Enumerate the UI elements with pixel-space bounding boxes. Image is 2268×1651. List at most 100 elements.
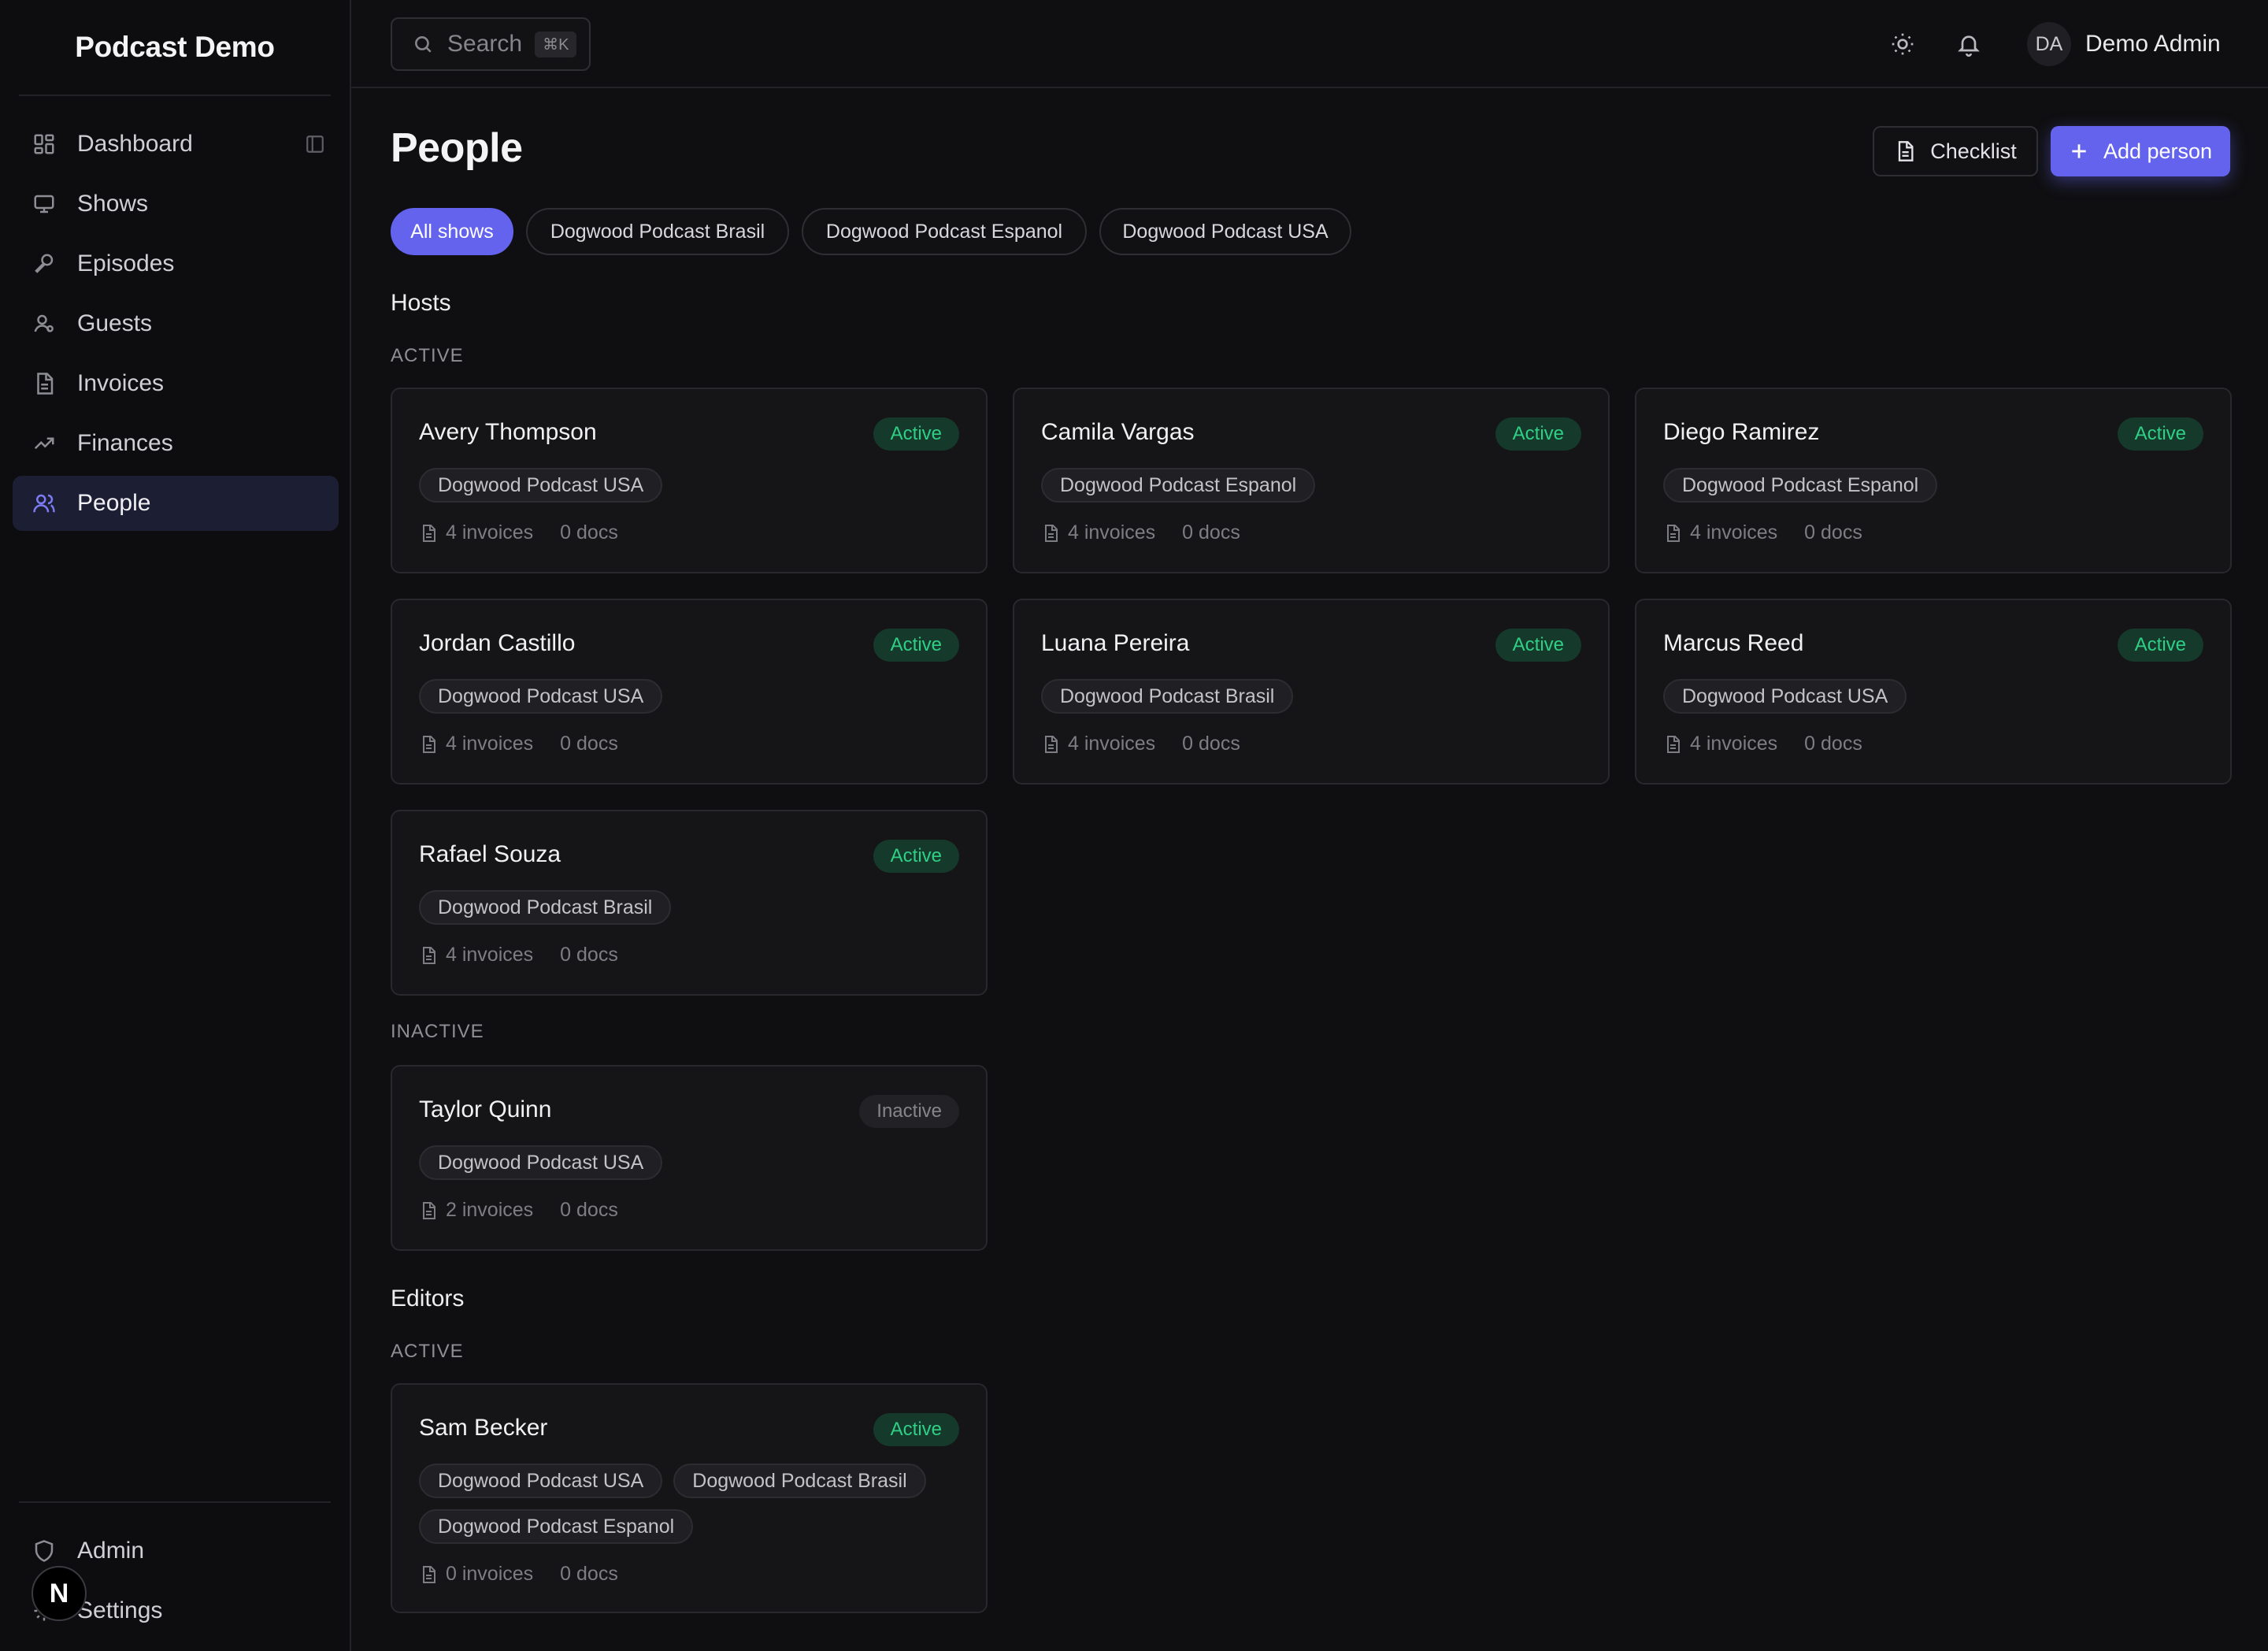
file-icon (32, 371, 57, 396)
show-tags: Dogwood Podcast Espanol (1663, 468, 2199, 503)
sidebar-collapse-icon[interactable] (304, 133, 326, 155)
add-person-button[interactable]: Add person (2051, 126, 2230, 176)
monitor-icon (32, 191, 57, 217)
sidebar-item-label: Shows (77, 191, 149, 217)
filter-dogwood-podcast-usa[interactable]: Dogwood Podcast USA (1099, 208, 1351, 255)
person-card[interactable]: Avery Thompson Active Dogwood Podcast USA 4… (391, 388, 988, 573)
theme-toggle-button[interactable] (1885, 27, 1920, 61)
invoice-count: 0 invoices (446, 1563, 534, 1585)
user-icon (32, 311, 57, 336)
users-icon (32, 491, 57, 516)
doc-count: 0 docs (560, 1563, 618, 1585)
show-tags: Dogwood Podcast USA (419, 679, 954, 714)
user-menu[interactable]: DA Demo Admin (2027, 22, 2221, 66)
section-title-editors: Editors (391, 1286, 465, 1312)
file-icon (1041, 524, 1068, 543)
person-card[interactable]: Sam Becker Active Dogwood Podcast USA Dogwo… (391, 1383, 988, 1613)
search-icon (415, 36, 432, 53)
doc-count: 0 docs (1182, 733, 1240, 755)
sidebar-item-label: Settings (77, 1597, 163, 1623)
status-badge: Active (1495, 417, 1581, 451)
person-card[interactable]: Jordan Castillo Active Dogwood Podcast USA… (391, 599, 988, 785)
show-tags: Dogwood Podcast USA (419, 468, 954, 503)
sidebar: Podcast Demo Dashboard Shows Episodes Gu… (0, 0, 351, 1651)
person-card[interactable]: Camila Vargas Active Dogwood Podcast Espan… (1013, 388, 1610, 573)
filter-dogwood-podcast-espanol[interactable]: Dogwood Podcast Espanol (802, 208, 1087, 255)
person-name: Sam Becker (419, 1415, 548, 1441)
status-badge: Active (2117, 629, 2203, 662)
sidebar-item-shows[interactable]: Shows (13, 176, 339, 232)
top-bar: Search ⌘K DA Demo Admin (351, 0, 2268, 88)
file-icon (419, 524, 446, 543)
file-icon (419, 1565, 446, 1584)
show-tags: Dogwood Podcast Espanol (1041, 468, 1577, 503)
person-card[interactable]: Luana Pereira Active Dogwood Podcast Brasi… (1013, 599, 1610, 785)
checklist-label: Checklist (1930, 139, 2017, 163)
dev-tools-badge[interactable]: N (32, 1566, 87, 1621)
search-placeholder: Search (447, 31, 523, 57)
status-badge: Active (873, 629, 959, 662)
filter-dogwood-podcast-brasil[interactable]: Dogwood Podcast Brasil (526, 208, 789, 255)
person-meta: 4 invoices 0 docs (1041, 521, 1240, 544)
user-name: Demo Admin (2085, 31, 2221, 57)
sidebar-item-label: Finances (77, 430, 173, 456)
notifications-button[interactable] (1951, 27, 1986, 61)
show-tag: Dogwood Podcast USA (419, 679, 663, 714)
show-tag: Dogwood Podcast Espanol (1041, 468, 1316, 503)
status-badge: Inactive (859, 1095, 959, 1128)
doc-count: 0 docs (1182, 521, 1240, 544)
show-tags: Dogwood Podcast Brasil (1041, 679, 1577, 714)
person-card[interactable]: Taylor Quinn Inactive Dogwood Podcast USA 2… (391, 1065, 988, 1251)
doc-count: 0 docs (1804, 521, 1862, 544)
person-meta: 4 invoices 0 docs (1041, 733, 1240, 755)
person-meta: 4 invoices 0 docs (419, 733, 618, 755)
person-name: Luana Pereira (1041, 630, 1190, 656)
person-name: Marcus Reed (1663, 630, 1804, 656)
person-meta: 4 invoices 0 docs (1663, 521, 1862, 544)
sidebar-item-guests[interactable]: Guests (13, 296, 339, 351)
sidebar-item-label: Invoices (77, 370, 165, 396)
avatar: DA (2027, 22, 2071, 66)
sun-icon (1892, 33, 1914, 55)
filter-all-shows[interactable]: All shows (391, 208, 513, 255)
person-name: Rafael Souza (419, 841, 561, 867)
sidebar-item-label: Episodes (77, 250, 175, 276)
sidebar-item-invoices[interactable]: Invoices (13, 356, 339, 411)
sidebar-item-people[interactable]: People (13, 476, 339, 531)
person-name: Diego Ramirez (1663, 419, 1820, 445)
sidebar-item-label: People (77, 490, 151, 516)
doc-count: 0 docs (560, 944, 618, 966)
person-meta: 0 invoices 0 docs (419, 1563, 618, 1586)
invoice-count: 4 invoices (1068, 521, 1156, 544)
app-title: Podcast Demo (75, 31, 275, 63)
show-tags: Dogwood Podcast USA (1663, 679, 2199, 714)
show-tag: Dogwood Podcast Espanol (419, 1509, 694, 1544)
sidebar-item-dashboard[interactable]: Dashboard (13, 117, 339, 172)
invoice-count: 4 invoices (446, 733, 534, 755)
dashboard-icon (32, 132, 57, 157)
sidebar-divider (19, 1501, 331, 1503)
person-card[interactable]: Rafael Souza Active Dogwood Podcast Brasil… (391, 810, 988, 996)
plus-icon (2072, 144, 2086, 158)
checklist-button[interactable]: Checklist (1873, 126, 2038, 176)
status-badge: Active (873, 840, 959, 873)
add-person-label: Add person (2103, 139, 2213, 163)
invoice-count: 4 invoices (1690, 521, 1778, 544)
show-tag: Dogwood Podcast Brasil (673, 1464, 926, 1498)
person-card[interactable]: Marcus Reed Active Dogwood Podcast USA 4 in… (1635, 599, 2232, 785)
person-meta: 4 invoices 0 docs (419, 944, 618, 966)
file-icon (419, 946, 446, 965)
doc-count: 0 docs (560, 733, 618, 755)
sidebar-item-episodes[interactable]: Episodes (13, 236, 339, 291)
person-name: Avery Thompson (419, 419, 597, 445)
show-tag: Dogwood Podcast USA (419, 1145, 663, 1180)
status-badge: Active (1495, 629, 1581, 662)
person-card[interactable]: Diego Ramirez Active Dogwood Podcast Espan… (1635, 388, 2232, 573)
search-input[interactable]: Search ⌘K (391, 17, 591, 71)
show-tag: Dogwood Podcast Brasil (419, 890, 672, 925)
status-badge: Active (873, 417, 959, 451)
search-shortcut: ⌘K (535, 31, 577, 58)
invoice-count: 2 invoices (446, 1199, 534, 1221)
file-icon (1663, 524, 1690, 543)
sidebar-item-finances[interactable]: Finances (13, 416, 339, 471)
